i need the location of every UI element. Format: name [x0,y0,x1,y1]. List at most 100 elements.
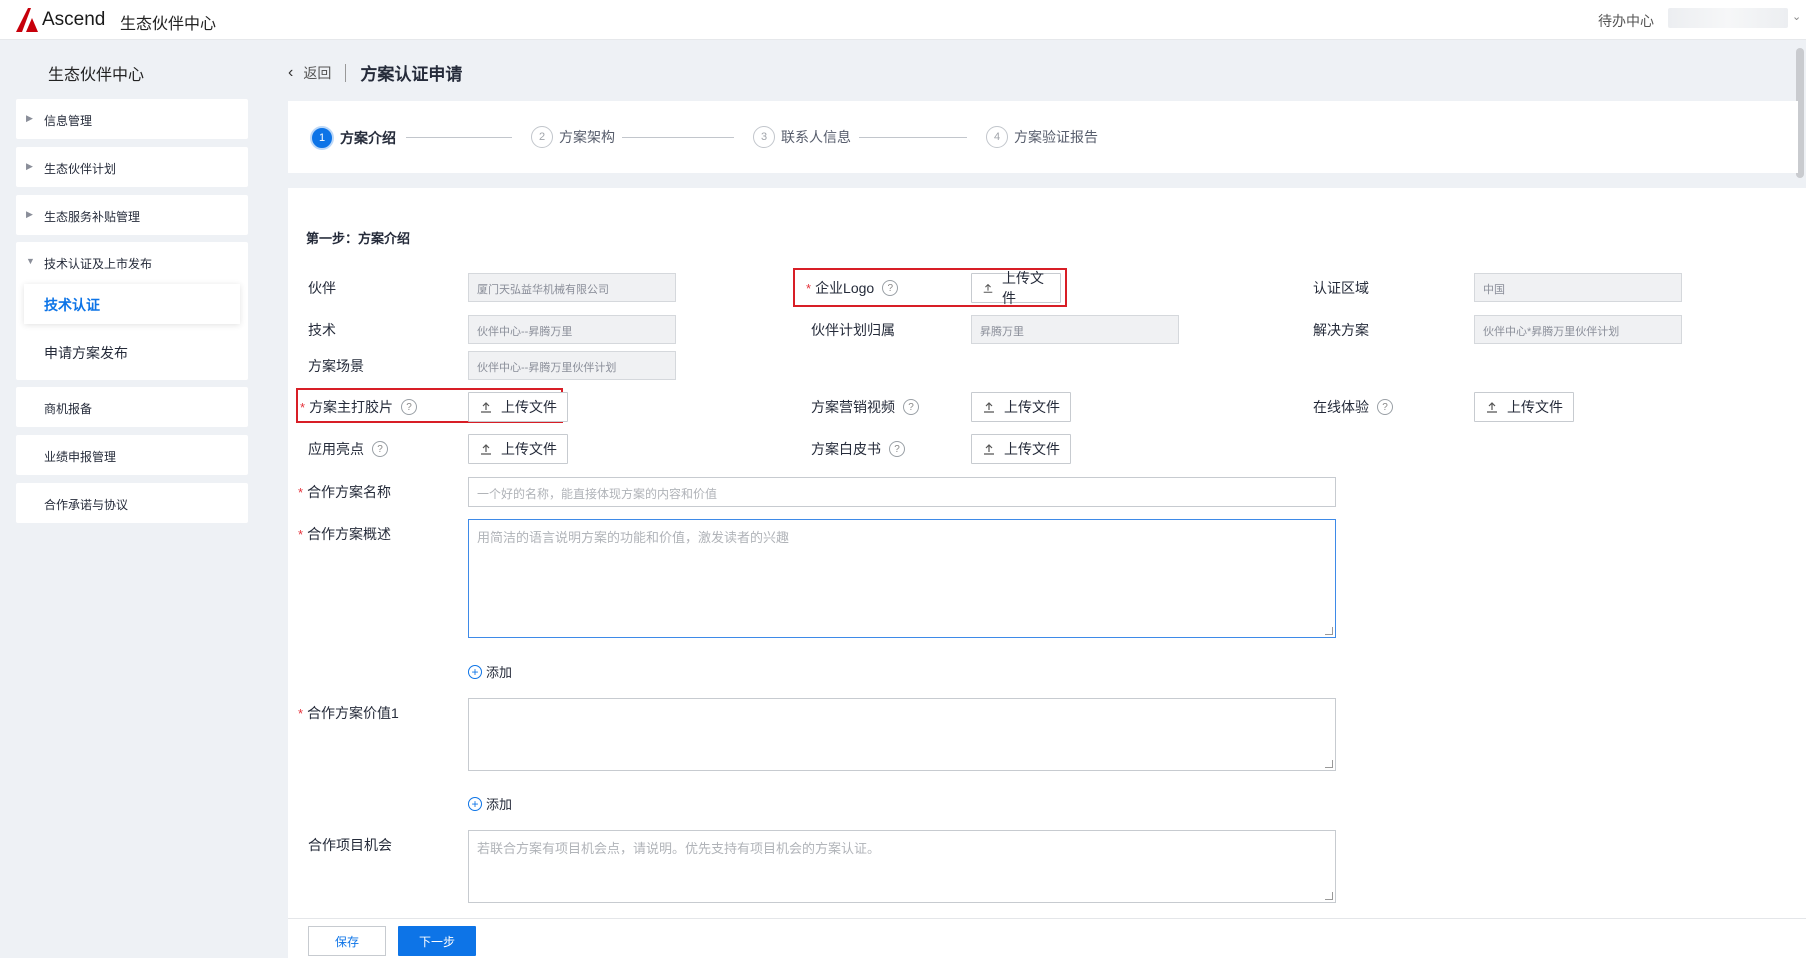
solution-name-input[interactable]: 一个好的名称，能直接体现方案的内容和价值 [468,477,1336,507]
logo-label-text: 企业Logo [815,280,875,296]
add-label: 添加 [486,797,513,812]
sidebar-item-label: 申请方案发布 [44,345,128,361]
step-number: 4 [986,126,1008,148]
add-overview-button[interactable]: + 添加 [468,662,512,681]
resize-handle[interactable] [1325,760,1333,768]
caret-down-icon: ▼ [26,256,35,266]
sidebar-item-label: 技术认证 [44,297,100,313]
help-icon[interactable]: ? [372,441,388,457]
opportunity-placeholder: 若联合方案有项目机会点，请说明。优先支持有项目机会的方案认证。 [477,841,881,856]
ascend-logo-icon [16,8,38,32]
overview-label: * 合作方案概述 [298,524,391,544]
step-1[interactable]: 1 方案介绍 [310,126,396,150]
step-4[interactable]: 4 方案验证报告 [986,126,1098,148]
overview-label-text: 合作方案概述 [307,526,392,542]
chevron-left-icon[interactable]: ‹ [288,64,293,82]
video-label: 方案营销视频? [811,397,919,417]
sidebar-item-label: 生态伙伴计划 [44,162,117,176]
whitepaper-label-text: 方案白皮书 [811,441,881,457]
required-mark: * [298,526,304,542]
whitepaper-upload-button[interactable]: 上传文件 [971,434,1071,464]
highlight-upload-button[interactable]: 上传文件 [468,434,568,464]
upload-label: 上传文件 [1004,399,1060,415]
sidebar-item-subsidy[interactable]: ▶ 生态服务补贴管理 [16,195,248,235]
sidebar-group-tech-cert[interactable]: ▼ 技术认证及上市发布 技术认证 申请方案发布 [16,242,248,380]
step-number: 1 [310,126,334,150]
online-label-text: 在线体验 [1313,399,1369,415]
logo-upload-button[interactable]: 上传文件 [971,270,1061,306]
save-button[interactable]: 保存 [308,926,386,956]
name-label: * 合作方案名称 [298,482,391,502]
highlight-label-text: 应用亮点 [308,441,364,457]
back-link[interactable]: 返回 [303,63,331,83]
help-icon[interactable]: ? [889,441,905,457]
sidebar-item-agreement[interactable]: 合作承诺与协议 [16,483,248,523]
add-label: 添加 [486,665,513,680]
sidebar-item-label: 商机报备 [44,402,93,416]
upload-label: 上传文件 [1507,399,1563,415]
help-icon[interactable]: ? [401,399,418,415]
required-mark: * [298,705,304,721]
help-icon[interactable]: ? [903,399,919,415]
upload-icon [984,402,994,413]
step-2[interactable]: 2 方案架构 [531,126,615,148]
slide-upload-button[interactable]: 上传文件 [468,392,568,422]
solution-value-textarea[interactable] [468,698,1336,771]
plan-owner-field: 昇腾万里 [971,315,1179,344]
sidebar-item-opportunity[interactable]: 商机报备 [16,387,248,427]
scene-label: 方案场景 [308,358,364,374]
chevron-down-icon[interactable]: ⌄ [1792,10,1801,23]
plus-circle-icon: + [468,664,482,679]
divider [345,63,347,82]
add-value-button[interactable]: + 添加 [468,794,512,813]
todo-center-link[interactable]: 待办中心 [1598,11,1654,31]
upload-icon [1487,402,1497,413]
user-account[interactable] [1668,8,1788,28]
upload-icon [983,283,993,293]
resize-handle[interactable] [1325,627,1333,635]
scene-field: 伙伴中心--昇腾万里伙伴计划 [468,351,676,380]
upload-label: 上传文件 [501,441,557,457]
page-title: 方案认证申请 [360,65,463,84]
sidebar-group-label: 技术认证及上市发布 [44,257,153,271]
sidebar-item-solution-publish[interactable]: 申请方案发布 [24,332,240,372]
step-number: 2 [531,126,553,148]
region-label: 认证区域 [1313,280,1369,296]
sidebar-item-label: 生态服务补贴管理 [44,210,141,224]
caret-right-icon: ▶ [26,113,33,123]
plus-circle-icon: + [468,796,482,811]
ascend-logo[interactable]: Ascend [14,6,105,34]
breadcrumb: ‹ 返回 方案认证申请 [288,60,462,85]
sidebar-item-performance[interactable]: 业绩申报管理 [16,435,248,475]
video-upload-button[interactable]: 上传文件 [971,392,1071,422]
sidebar-item-tech-cert[interactable]: 技术认证 [24,284,240,324]
solution-overview-textarea[interactable]: 用简洁的语言说明方案的功能和价值，激发读者的兴趣 [468,519,1336,638]
next-step-button[interactable]: 下一步 [398,926,476,956]
highlight-label: 应用亮点? [308,439,388,459]
step-label: 方案架构 [559,129,615,145]
help-icon[interactable]: ? [882,280,899,296]
app-title: 生态伙伴中心 [120,16,217,33]
sidebar: 生态伙伴中心 ▶ 信息管理 ▶ 生态伙伴计划 ▶ 生态服务补贴管理 ▼ 技术认证… [0,41,266,958]
step-connector [406,137,512,138]
partner-field: 厦门天弘益华机械有限公司 [468,273,676,302]
sidebar-item-info[interactable]: ▶ 信息管理 [16,99,248,139]
step-label: 方案验证报告 [1014,129,1098,145]
solution-field: 伙伴中心*昇腾万里伙伴计划 [1474,315,1682,344]
overview-placeholder: 用简洁的语言说明方案的功能和价值，激发读者的兴趣 [477,530,790,545]
step-label: 方案介绍 [340,130,396,146]
opportunity-textarea[interactable]: 若联合方案有项目机会点，请说明。优先支持有项目机会的方案认证。 [468,830,1336,903]
step-connector [859,137,967,138]
video-label-text: 方案营销视频 [811,399,895,415]
step-3[interactable]: 3 联系人信息 [753,126,851,148]
sidebar-item-partner-plan[interactable]: ▶ 生态伙伴计划 [16,147,248,187]
upload-icon [481,402,491,413]
required-mark: * [806,280,812,296]
upload-label: 上传文件 [1002,270,1044,306]
help-icon[interactable]: ? [1377,399,1393,415]
upload-icon [984,444,994,455]
online-upload-button[interactable]: 上传文件 [1474,392,1574,422]
logo-label: * 企业Logo? [806,278,899,298]
resize-handle[interactable] [1325,892,1333,900]
plan-owner-label: 伙伴计划归属 [811,322,895,338]
